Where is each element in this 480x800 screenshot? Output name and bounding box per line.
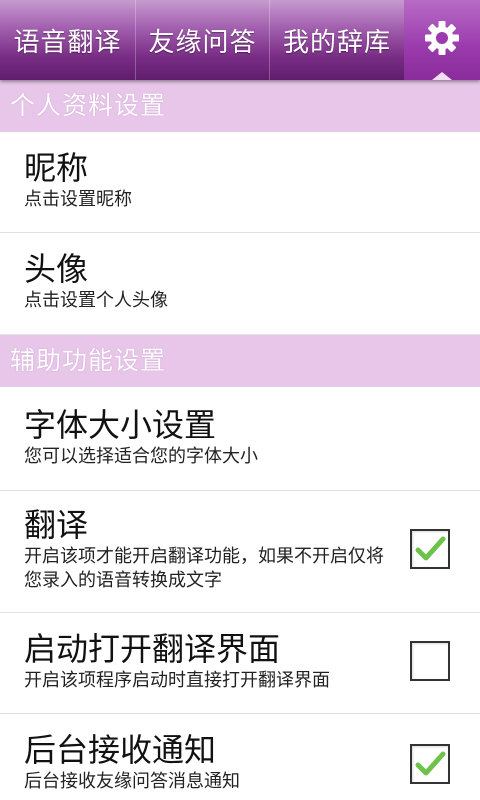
tab-friend-qa[interactable]: 友缘问答 xyxy=(136,0,270,80)
setting-item-subtitle: 后台接收友缘问答消息通知 xyxy=(24,771,240,792)
setting-item-translate[interactable]: 翻译 开启该项才能开启翻译功能，如果不开启仅将您录入的语音转换成文字 xyxy=(0,491,480,613)
tab-settings[interactable] xyxy=(404,0,480,80)
setting-item-font-size[interactable]: 字体大小设置 您可以选择适合您的字体大小 xyxy=(0,387,480,491)
checkmark-icon xyxy=(415,536,446,561)
checkmark-icon xyxy=(415,751,446,776)
setting-item-subtitle: 开启该项程序启动时直接打开翻译界面 xyxy=(24,670,330,691)
section-header-assist: 辅助功能设置 xyxy=(0,335,480,387)
tab-voice-translate[interactable]: 语音翻译 xyxy=(0,0,136,80)
setting-item-subtitle: 开启该项才能开启翻译功能，如果不开启仅将您录入的语音转换成文字 xyxy=(24,546,384,591)
top-tab-bar: 语音翻译 友缘问答 我的辞库 xyxy=(0,0,480,80)
section-header-profile: 个人资料设置 xyxy=(0,80,480,132)
gear-icon xyxy=(425,21,459,55)
setting-item-subtitle: 点击设置昵称 xyxy=(24,189,132,210)
settings-screen: 语音翻译 友缘问答 我的辞库 个人资料设置 昵称 点击设置昵称 头像 点击设置个… xyxy=(0,0,480,800)
setting-item-title: 头像 xyxy=(24,250,89,288)
background-notify-checkbox[interactable] xyxy=(410,744,450,784)
setting-item-nickname[interactable]: 昵称 点击设置昵称 xyxy=(0,132,480,233)
setting-item-title: 昵称 xyxy=(24,149,89,187)
setting-item-subtitle: 点击设置个人头像 xyxy=(24,290,168,311)
open-translate-on-start-checkbox[interactable] xyxy=(410,641,450,681)
setting-item-title: 字体大小设置 xyxy=(24,406,217,444)
setting-item-subtitle: 您可以选择适合您的字体大小 xyxy=(24,446,258,467)
setting-item-open-translate-on-start[interactable]: 启动打开翻译界面 开启该项程序启动时直接打开翻译界面 xyxy=(0,613,480,714)
setting-item-avatar[interactable]: 头像 点击设置个人头像 xyxy=(0,233,480,335)
setting-item-background-notify[interactable]: 后台接收通知 后台接收友缘问答消息通知 xyxy=(0,714,480,800)
active-tab-pointer xyxy=(432,72,452,80)
translate-checkbox[interactable] xyxy=(410,529,450,569)
tab-my-dictionary[interactable]: 我的辞库 xyxy=(270,0,404,80)
